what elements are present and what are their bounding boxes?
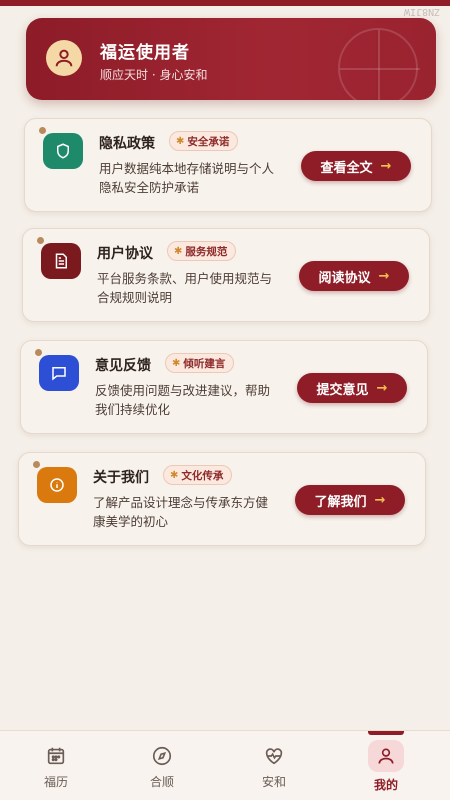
view-full-text-button[interactable]: 查看全文 → (301, 151, 411, 181)
tab-label: 福历 (43, 774, 68, 789)
user-profile-card[interactable]: 福运使用者 顺应天时 · 身心安和 (26, 18, 436, 100)
card-badge: ✱ 文化传承 (163, 465, 233, 485)
watermark: ZN8JIW (403, 6, 440, 17)
user-subtitle: 顺应天时 · 身心安和 (100, 68, 208, 82)
shield-icon (57, 143, 69, 159)
decorative-circle (338, 28, 420, 100)
button-label: 查看全文 (320, 160, 373, 176)
card-description: 平台服务条款、用户使用规范与合规规则说明 (97, 271, 273, 305)
read-agreement-button[interactable]: 阅读协议 → (299, 261, 409, 291)
sparkle-icon: ✱ (174, 245, 183, 257)
arrow-right-icon: → (380, 158, 392, 174)
card-description: 了解产品设计理念与传承东方健康美学的初心 (93, 495, 269, 529)
card-description: 反馈使用问题与改进建议，帮助我们持续优化 (95, 383, 271, 417)
button-label: 阅读协议 (318, 270, 371, 286)
arrow-right-icon: → (376, 380, 388, 396)
card-dot (37, 237, 44, 244)
tab-label: 我的 (373, 777, 398, 792)
person-icon (55, 49, 73, 67)
arrow-right-icon: → (378, 268, 390, 284)
button-label: 了解我们 (314, 494, 367, 510)
avatar[interactable] (46, 40, 82, 76)
card-privacy-policy[interactable]: 隐私政策 ✱ 安全承诺 用户数据纯本地存储说明与个人隐私安全防护承诺 查看全文 … (24, 118, 432, 212)
person-icon (378, 748, 394, 764)
card-feedback[interactable]: 意见反馈 ✱ 倾听建言 反馈使用问题与改进建议，帮助我们持续优化 提交意见 → (20, 340, 428, 434)
bottom-tab-bar: 福历 合顺 安和 我的 (0, 730, 450, 800)
tab-wellness[interactable]: 安和 (218, 731, 330, 800)
card-dot (33, 461, 40, 468)
card-icon-box (43, 133, 83, 169)
card-badge-label: 文化传承 (181, 469, 224, 482)
card-badge: ✱ 安全承诺 (169, 131, 239, 151)
card-user-agreement[interactable]: 用户协议 ✱ 服务规范 平台服务条款、用户使用规范与合规规则说明 阅读协议 → (22, 228, 430, 322)
info-icon (50, 478, 64, 492)
card-icon-box (37, 467, 77, 503)
card-title: 用户协议 (97, 246, 153, 262)
tab-label: 合顺 (149, 774, 174, 789)
button-label: 提交意见 (316, 382, 369, 398)
card-title: 意见反馈 (95, 358, 151, 374)
card-dot (35, 349, 42, 356)
tab-calendar[interactable]: 福历 (0, 731, 112, 800)
sparkle-icon: ✱ (176, 135, 185, 147)
document-icon (55, 253, 67, 269)
top-accent-bar (0, 0, 450, 6)
heart-pulse-icon (265, 747, 283, 764)
calendar-icon (47, 747, 65, 764)
compass-icon (152, 746, 172, 765)
card-icon-box (39, 355, 79, 391)
tab-compass[interactable]: 合顺 (106, 731, 218, 800)
card-dot (39, 127, 46, 134)
sparkle-icon: ✱ (170, 469, 179, 481)
submit-feedback-button[interactable]: 提交意见 → (297, 373, 407, 403)
sparkle-icon: ✱ (172, 357, 181, 369)
card-icon-box (41, 243, 81, 279)
card-title: 关于我们 (93, 470, 149, 486)
chat-icon (52, 367, 66, 381)
card-about-us[interactable]: 关于我们 ✱ 文化传承 了解产品设计理念与传承东方健康美学的初心 了解我们 → (18, 452, 426, 546)
card-description: 用户数据纯本地存储说明与个人隐私安全防护承诺 (99, 161, 275, 195)
tab-label: 安和 (261, 774, 286, 789)
card-badge-label: 安全承诺 (187, 135, 230, 148)
card-badge-label: 倾听建言 (183, 357, 226, 370)
card-badge: ✱ 服务规范 (167, 241, 237, 261)
card-title: 隐私政策 (99, 136, 155, 152)
learn-about-us-button[interactable]: 了解我们 → (295, 485, 405, 515)
card-badge: ✱ 倾听建言 (165, 353, 235, 373)
tab-profile[interactable]: 我的 (330, 731, 442, 800)
arrow-right-icon: → (374, 492, 386, 508)
user-name: 福运使用者 (100, 43, 190, 63)
card-badge-label: 服务规范 (185, 245, 228, 258)
